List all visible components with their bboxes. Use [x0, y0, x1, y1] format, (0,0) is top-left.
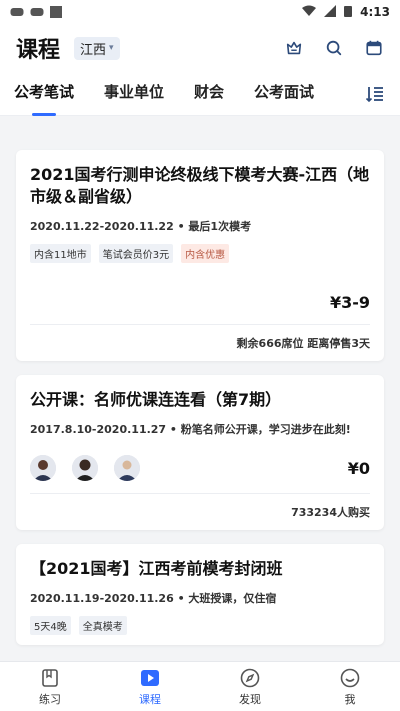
course-price: ¥0	[347, 458, 370, 478]
gamepad-icon	[30, 6, 44, 18]
region-selector[interactable]: 江西 ▾	[74, 36, 120, 60]
sort-list-icon[interactable]	[364, 83, 386, 105]
course-card[interactable]: 【2021国考】江西考前模考封闭班 2020.11.19-2020.11.26 …	[16, 544, 384, 645]
search-icon[interactable]	[324, 38, 344, 58]
nav-courses[interactable]: 课程	[100, 662, 200, 711]
course-tag: 内含11地市	[30, 244, 91, 263]
teacher-avatar	[114, 455, 140, 481]
calendar-icon[interactable]	[364, 38, 384, 58]
crown-icon[interactable]	[284, 38, 304, 58]
book-icon	[42, 668, 58, 687]
tab-accounting[interactable]: 财会	[194, 81, 224, 106]
teacher-row: ¥0	[30, 455, 370, 481]
nav-discover[interactable]: 发现	[200, 662, 300, 711]
region-label: 江西	[80, 42, 107, 58]
course-list: 2021国考行测申论终极线下模考大赛-江西（地市级＆副省级） 2020.11.2…	[16, 150, 384, 659]
nav-label: 课程	[139, 692, 161, 706]
teacher-avatar	[72, 455, 98, 481]
course-tag: 5天4晚	[30, 616, 71, 635]
tab-interview[interactable]: 公考面试	[254, 81, 314, 106]
course-tag: 笔试会员价3元	[98, 244, 174, 263]
card-divider	[30, 493, 370, 494]
course-tag: 全真模考	[78, 616, 127, 635]
bottom-navigation: 练习 课程 发现 我	[0, 661, 400, 711]
chevron-down-icon: ▾	[109, 43, 114, 53]
nav-label: 我	[344, 692, 356, 706]
tab-public-institution[interactable]: 事业单位	[104, 81, 164, 106]
compass-icon	[240, 668, 260, 687]
teacher-avatar	[30, 455, 56, 481]
course-meta: 剩余666席位 距离停售3天	[236, 337, 370, 350]
course-schedule: 2020.11.19-2020.11.26 • 大班授课，仅住宿	[30, 592, 277, 605]
app-notification-icon	[50, 6, 64, 18]
course-schedule: 2017.8.10-2020.11.27 • 粉笔名师公开课，学习进步在此刻!	[30, 423, 351, 436]
wifi-icon	[302, 5, 317, 20]
category-tabs: 公考笔试 事业单位 财会 公考面试	[0, 72, 400, 116]
course-meta: 733234人购买	[291, 506, 370, 519]
clock-time: 4:13	[360, 5, 390, 19]
gamepad-icon	[10, 6, 24, 18]
course-title: 2021国考行测申论终极线下模考大赛-江西（地市级＆副省级）	[30, 165, 370, 206]
signal-icon	[324, 4, 337, 20]
course-title: 公开课：名师优课连连看（第7期）	[30, 390, 282, 409]
tab-written-exam[interactable]: 公考笔试	[14, 81, 74, 116]
nav-me[interactable]: 我	[300, 662, 400, 711]
nav-label: 练习	[39, 692, 61, 706]
play-icon	[141, 669, 159, 686]
course-price: ¥3-9	[329, 293, 370, 312]
course-schedule: 2020.11.22-2020.11.22 • 最后1次模考	[30, 220, 252, 233]
page-title: 课程	[16, 38, 61, 63]
course-card[interactable]: 2021国考行测申论终极线下模考大赛-江西（地市级＆副省级） 2020.11.2…	[16, 150, 384, 361]
course-tags: 5天4晚 全真模考	[30, 616, 370, 635]
course-tag: 内含优惠	[181, 244, 230, 263]
smile-icon	[340, 668, 360, 687]
course-title: 【2021国考】江西考前模考封闭班	[30, 559, 283, 578]
top-header: 课程 江西 ▾	[0, 24, 400, 72]
course-card[interactable]: 公开课：名师优课连连看（第7期） 2017.8.10-2020.11.27 • …	[16, 375, 384, 530]
status-bar: 4:13	[0, 0, 400, 24]
nav-label: 发现	[239, 692, 261, 706]
course-tags: 内含11地市 笔试会员价3元 内含优惠	[30, 244, 370, 263]
battery-icon	[344, 5, 353, 20]
card-divider	[30, 324, 370, 325]
nav-practice[interactable]: 练习	[0, 662, 100, 711]
